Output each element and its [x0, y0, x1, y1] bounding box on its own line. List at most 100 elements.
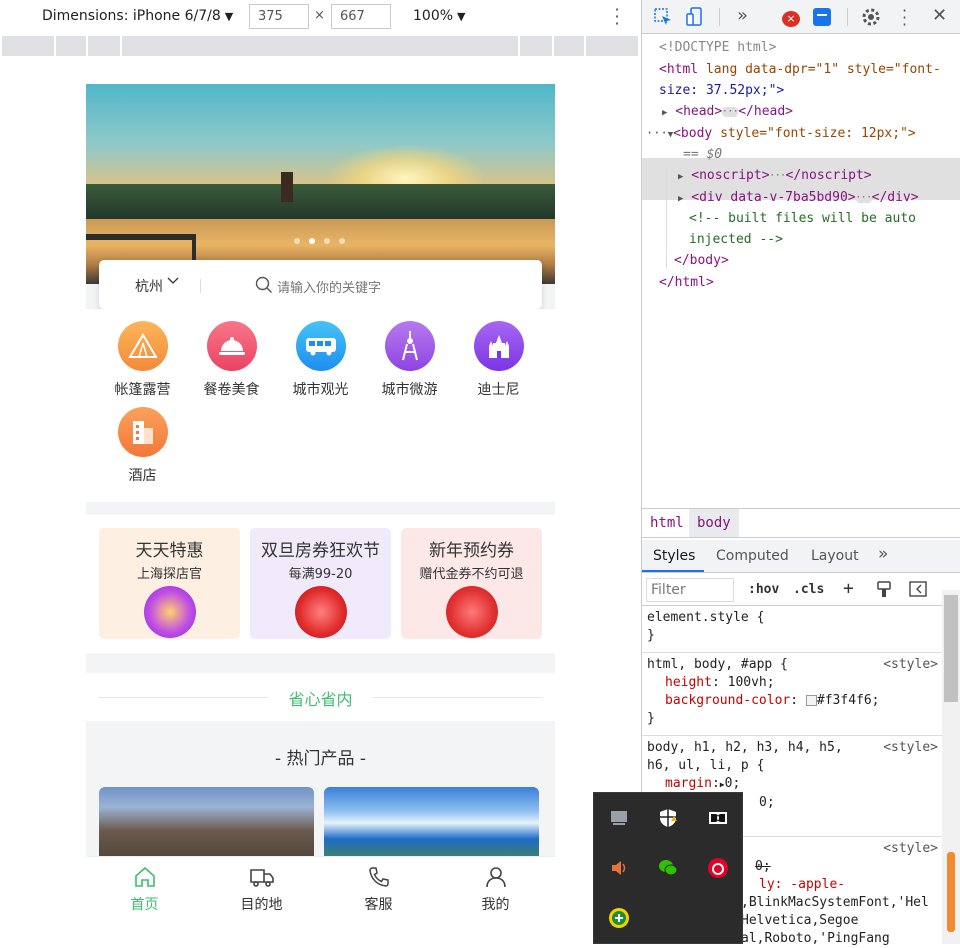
rule-close: }	[647, 628, 655, 643]
div-node[interactable]: ▶ <div data-v-7ba5bd90>···</div>	[678, 187, 919, 210]
ruler-segment[interactable]	[554, 36, 584, 56]
ruler-segment[interactable]	[56, 36, 86, 56]
color-swatch[interactable]	[805, 695, 817, 706]
hot-product-card[interactable]	[324, 787, 539, 867]
ellipsis-icon[interactable]: ···	[769, 170, 786, 181]
device-toolbar: Dimensions: iPhone 6/7/8 ▼ 375 × 667 100%…	[0, 0, 640, 34]
promo-section: 天天特惠 上海探店官 双旦房券狂欢节 每满99-20 新年预约券 赠代金券不约可…	[86, 515, 555, 653]
new-rule-icon[interactable]: +	[843, 578, 854, 599]
ruler-segment[interactable]	[88, 36, 120, 56]
category-food[interactable]: 餐卷美食	[187, 321, 276, 399]
wechat-icon[interactable]	[657, 857, 679, 879]
breadcrumb-html[interactable]: html	[650, 515, 684, 531]
tab-service[interactable]: 客服	[320, 857, 437, 917]
head-node[interactable]: ▶ <head>···</head>	[662, 101, 793, 124]
rule-source[interactable]: <style>	[883, 739, 938, 757]
tab-mine[interactable]: 我的	[437, 857, 554, 917]
category-micro-tour[interactable]: 城市微游	[365, 321, 454, 399]
tab-label: 客服	[364, 897, 393, 913]
body-attrs: style="font-size: 12px;">	[712, 126, 916, 141]
expand-arrow-icon[interactable]: ▶	[678, 194, 683, 204]
ellipsis-icon[interactable]: ···	[646, 126, 668, 140]
head-close-tag: </head>	[738, 104, 794, 119]
body-node[interactable]: ···▼<body style="font-size: 12px;">	[646, 123, 916, 146]
paint-brush-icon[interactable]	[876, 580, 892, 598]
ellipsis-icon[interactable]: ···	[855, 192, 872, 203]
pagoda-image	[281, 172, 293, 202]
styles-scrollbar[interactable]	[942, 590, 960, 944]
error-count-icon[interactable]: ×	[782, 11, 800, 27]
ruler-segment[interactable]	[122, 36, 518, 56]
expand-arrow-icon[interactable]: ▶	[662, 108, 667, 118]
breadcrumb-body[interactable]: body	[689, 509, 739, 537]
monitor-icon[interactable]	[608, 807, 630, 829]
rule-source[interactable]: <style>	[883, 656, 938, 674]
tab-layout[interactable]: Layout	[811, 548, 859, 564]
zoom-dropdown[interactable]: 100% ▼	[413, 8, 466, 24]
inspect-element-icon[interactable]	[653, 7, 673, 27]
banner-carousel[interactable]	[86, 84, 555, 284]
expand-arrow-icon[interactable]: ▶	[678, 172, 683, 182]
ellipsis-icon[interactable]: ···	[722, 106, 738, 117]
carousel-dot-active[interactable]	[309, 238, 315, 244]
rule-decl[interactable]: background-color: #f3f4f6;	[647, 692, 937, 710]
tab-computed[interactable]: Computed	[716, 548, 789, 564]
hov-toggle[interactable]: :hov	[748, 582, 779, 597]
ruler-segment[interactable]	[520, 36, 552, 56]
more-options-icon[interactable]: · · ·	[612, 2, 622, 32]
element-style-rule[interactable]: element.style { }	[642, 607, 942, 653]
more-panels-icon[interactable]: »	[737, 5, 748, 26]
volume-icon[interactable]	[608, 857, 630, 879]
toggle-sidebar-icon[interactable]	[909, 581, 927, 597]
cls-toggle[interactable]: .cls	[793, 582, 824, 597]
carousel-dot[interactable]	[324, 238, 330, 244]
filter-input[interactable]: Filter	[646, 578, 734, 602]
tab-styles[interactable]: Styles	[653, 548, 695, 564]
issues-icon[interactable]	[813, 8, 831, 26]
kebab-menu-icon[interactable]: · · ·	[902, 3, 908, 33]
search-input[interactable]: 请输入你的关键字	[277, 277, 381, 296]
category-tour[interactable]: 城市观光	[276, 321, 365, 399]
hot-product-card[interactable]	[99, 787, 314, 867]
carousel-dot[interactable]	[294, 238, 300, 244]
ruler-segment[interactable]	[2, 36, 54, 56]
city-selector[interactable]: 杭州	[135, 276, 163, 296]
security-shield-icon[interactable]	[657, 807, 679, 829]
category-disney[interactable]: 迪士尼	[454, 321, 543, 399]
tab-home[interactable]: 首页	[86, 857, 203, 917]
chevron-down-icon[interactable]	[167, 275, 179, 287]
carousel-dot[interactable]	[339, 238, 345, 244]
breadcrumb: html body	[642, 508, 960, 538]
promo-card-daily[interactable]: 天天特惠 上海探店官	[99, 528, 240, 639]
rule-decl[interactable]: height: 100vh;	[647, 674, 937, 692]
noscript-node[interactable]: ▶ <noscript>···</noscript>	[678, 165, 872, 188]
doctype-line[interactable]: <!DOCTYPE html>	[659, 37, 776, 58]
html-body-app-rule[interactable]: <style> html, body, #app { height: 100vh…	[642, 654, 942, 736]
device-toggle-icon[interactable]	[685, 7, 705, 27]
device-dimensions-dropdown[interactable]: Dimensions: iPhone 6/7/8 ▼	[42, 8, 233, 24]
html-node[interactable]: <html lang data-dpr="1" style="font-	[659, 59, 941, 80]
category-tent[interactable]: 帐篷露营	[98, 321, 187, 399]
close-icon[interactable]: ✕	[932, 5, 947, 26]
tab-destination[interactable]: 目的地	[203, 857, 320, 917]
height-input[interactable]: 667	[331, 4, 391, 29]
body-close-tag[interactable]: </body>	[674, 250, 729, 271]
promo-card-newyear[interactable]: 新年预约券 赠代金券不约可退	[401, 528, 542, 639]
more-tabs-icon[interactable]: »	[878, 544, 888, 564]
html-close-tag[interactable]: </html>	[659, 272, 714, 293]
noscript-close-tag: </noscript>	[785, 168, 872, 183]
netease-music-icon[interactable]	[707, 857, 729, 879]
comment-line: injected -->	[689, 232, 783, 247]
width-input[interactable]: 375	[249, 4, 309, 29]
scrollbar-thumb[interactable]	[944, 595, 958, 702]
dolby-icon[interactable]	[707, 807, 729, 829]
add-app-icon[interactable]	[608, 907, 630, 929]
category-hotel[interactable]: 酒店	[98, 407, 187, 485]
styles-filter-bar: Filter :hov .cls +	[642, 574, 960, 606]
ruler-segment[interactable]	[586, 36, 638, 56]
settings-gear-icon[interactable]	[861, 7, 881, 27]
promo-card-festival[interactable]: 双旦房券狂欢节 每满99-20	[250, 528, 391, 639]
html-attrs: lang data-dpr="1" style="font-	[698, 62, 941, 77]
comment-line[interactable]: <!-- built files will be auto	[689, 208, 916, 229]
rule-source[interactable]: <style>	[883, 840, 938, 858]
